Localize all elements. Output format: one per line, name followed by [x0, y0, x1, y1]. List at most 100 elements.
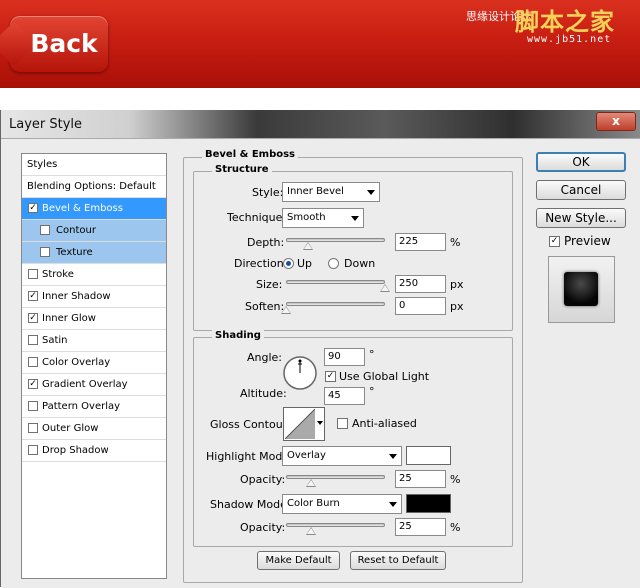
style-item-checkbox[interactable] — [28, 423, 38, 433]
depth-slider-handle[interactable] — [303, 242, 314, 250]
reset-to-default-button[interactable]: Reset to Default — [350, 551, 446, 570]
chevron-down-icon — [351, 216, 359, 221]
size-input[interactable]: 250 — [395, 275, 446, 293]
technique-select-value: Smooth — [287, 212, 326, 223]
style-item-checkbox[interactable] — [28, 269, 38, 279]
altitude-label: Altitude: — [240, 387, 287, 400]
back-button-label: Back — [30, 29, 98, 58]
top-banner: Back 思缘设计论坛 脚本之家 www.jb51.net — [0, 0, 640, 88]
style-item-label: Outer Glow — [42, 423, 99, 434]
style-item-inner-shadow[interactable]: ✓ Inner Shadow — [22, 286, 166, 308]
shadow-opacity-input[interactable]: 25 — [395, 518, 446, 536]
direction-down-label: Down — [344, 257, 376, 270]
style-item-checkbox[interactable] — [28, 445, 38, 455]
soften-input[interactable]: 0 — [395, 297, 446, 315]
style-item-checkbox[interactable] — [28, 401, 38, 411]
ok-button[interactable]: OK — [536, 152, 626, 172]
highlight-opacity-unit: % — [450, 473, 461, 486]
layer-style-dialog: Layer Style x Styles Blending Options: D… — [0, 110, 640, 588]
angle-dial[interactable] — [282, 355, 318, 391]
shadow-opacity-handle[interactable] — [305, 527, 316, 535]
style-item-label: Color Overlay — [42, 357, 111, 368]
style-item-label: Texture — [56, 247, 93, 258]
style-item-bevel-emboss[interactable]: ✓ Bevel & Emboss — [22, 198, 166, 220]
style-item-label: Contour — [56, 225, 96, 236]
highlight-color-swatch[interactable] — [406, 446, 451, 465]
gloss-contour-label: Gloss Contour: — [210, 418, 291, 431]
style-item-checkbox[interactable] — [28, 335, 38, 345]
style-item-checkbox[interactable]: ✓ — [28, 291, 38, 301]
style-item-color-overlay[interactable]: Color Overlay — [22, 352, 166, 374]
technique-select[interactable]: Smooth — [282, 208, 364, 228]
angle-unit: ° — [369, 348, 375, 361]
direction-down-radio[interactable] — [328, 258, 339, 269]
watermark-url: www.jb51.net — [527, 34, 612, 45]
shadow-mode-select[interactable]: Color Burn — [282, 494, 402, 514]
style-item-checkbox[interactable] — [28, 357, 38, 367]
altitude-input[interactable]: 45 — [324, 387, 365, 405]
styles-header[interactable]: Styles — [22, 154, 166, 176]
style-item-outer-glow[interactable]: Outer Glow — [22, 418, 166, 440]
soften-slider[interactable] — [286, 302, 385, 306]
direction-up-radio[interactable] — [283, 258, 294, 269]
dialog-title: Layer Style — [9, 117, 83, 132]
style-item-inner-glow[interactable]: ✓ Inner Glow — [22, 308, 166, 330]
highlight-opacity-handle[interactable] — [305, 479, 316, 487]
style-select-value: Inner Bevel — [287, 186, 344, 197]
style-item-checkbox[interactable] — [40, 247, 50, 257]
highlight-opacity-slider[interactable] — [286, 475, 385, 479]
angle-input[interactable]: 90 — [324, 348, 365, 366]
soften-slider-handle[interactable] — [281, 306, 291, 314]
preview-checkbox[interactable]: ✓ — [549, 236, 560, 247]
style-item-gradient-overlay[interactable]: ✓ Gradient Overlay — [22, 374, 166, 396]
make-default-button[interactable]: Make Default — [257, 551, 340, 570]
new-style-button[interactable]: New Style... — [536, 208, 626, 228]
style-item-pattern-overlay[interactable]: Pattern Overlay — [22, 396, 166, 418]
dialog-content: Styles Blending Options: Default ✓ Bevel … — [1, 138, 640, 588]
gloss-contour-curve-icon — [285, 409, 315, 439]
angle-label: Angle: — [247, 351, 283, 364]
size-slider[interactable] — [286, 280, 385, 284]
close-button[interactable]: x — [596, 112, 636, 131]
gloss-contour-picker[interactable] — [283, 407, 325, 441]
preview-swatch — [564, 272, 598, 306]
use-global-light-checkbox[interactable]: ✓ — [325, 371, 336, 382]
blending-options-item[interactable]: Blending Options: Default — [22, 176, 166, 198]
highlight-mode-value: Overlay — [287, 450, 326, 461]
shadow-mode-value: Color Burn — [287, 498, 340, 509]
shadow-opacity-slider[interactable] — [286, 523, 385, 527]
structure-title: Structure — [212, 164, 272, 175]
styles-list: Styles Blending Options: Default ✓ Bevel … — [21, 153, 167, 579]
style-item-drop-shadow[interactable]: Drop Shadow — [22, 440, 166, 462]
style-item-label: Inner Glow — [42, 313, 96, 324]
style-item-contour[interactable]: Contour — [22, 220, 166, 242]
depth-slider[interactable] — [286, 238, 385, 242]
style-item-checkbox[interactable]: ✓ — [28, 379, 38, 389]
style-item-checkbox[interactable]: ✓ — [28, 313, 38, 323]
direction-label: Direction: — [234, 257, 288, 270]
chevron-down-icon — [389, 454, 397, 459]
shadow-opacity-label: Opacity: — [240, 521, 286, 534]
highlight-mode-select[interactable]: Overlay — [282, 446, 402, 466]
style-item-checkbox[interactable] — [40, 225, 50, 235]
style-item-stroke[interactable]: Stroke — [22, 264, 166, 286]
shadow-color-swatch[interactable] — [406, 494, 451, 513]
back-button[interactable]: Back — [10, 16, 108, 72]
anti-aliased-checkbox[interactable] — [337, 418, 348, 429]
title-bar[interactable]: Layer Style x — [1, 110, 640, 138]
highlight-opacity-input[interactable]: 25 — [395, 470, 446, 488]
cancel-button[interactable]: Cancel — [536, 180, 626, 200]
depth-input[interactable]: 225 — [395, 233, 446, 251]
style-item-satin[interactable]: Satin — [22, 330, 166, 352]
highlight-mode-label: Highlight Mode: — [206, 450, 293, 463]
style-item-label: Pattern Overlay — [42, 401, 121, 412]
shadow-opacity-unit: % — [450, 521, 461, 534]
depth-label: Depth: — [247, 236, 285, 249]
size-label: Size: — [256, 278, 283, 291]
chevron-down-icon — [367, 190, 375, 195]
anti-aliased-label: Anti-aliased — [352, 417, 417, 430]
style-item-texture[interactable]: Texture — [22, 242, 166, 264]
size-slider-handle[interactable] — [380, 284, 390, 292]
style-select[interactable]: Inner Bevel — [282, 182, 380, 202]
style-item-checkbox[interactable]: ✓ — [28, 203, 38, 213]
